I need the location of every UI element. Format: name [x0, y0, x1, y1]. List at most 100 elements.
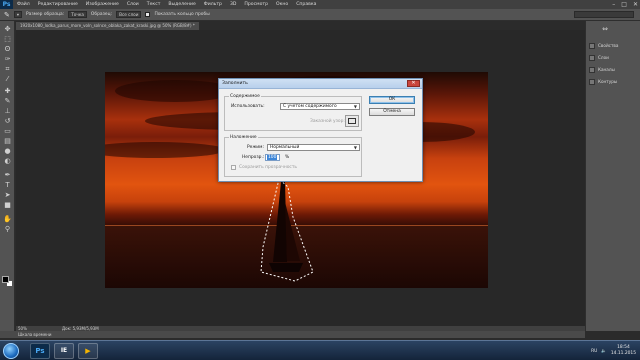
menu-bar: Ps Файл Редактирование Изображение Слои …: [0, 0, 640, 9]
start-button[interactable]: [3, 343, 19, 359]
photoshop-logo: Ps: [0, 0, 13, 9]
tools-panel: ✥ ⬚ ʘ ✑ ⌗ ⁄ ✚ ✎ ⊥ ↺ ▭ ▤ ● ◐ ✒ T ➤ ■ ✋ ⚲: [0, 21, 15, 331]
right-dock: ⇔ Свойства Слои Каналы Контуры: [585, 21, 640, 331]
arrange-icon[interactable]: ⇔: [601, 25, 609, 33]
healing-icon[interactable]: ✚: [3, 87, 12, 96]
opacity-value: 100: [267, 155, 278, 160]
quick-select-icon[interactable]: ✑: [3, 55, 12, 64]
document-tab[interactable]: 1920x1080_lodka_parus_more_voln_solnce_o…: [16, 22, 199, 30]
menu-3d[interactable]: 3D: [226, 0, 240, 9]
stamp-icon[interactable]: ⊥: [3, 107, 12, 116]
use-select[interactable]: С учетом содержимого ▼: [280, 103, 360, 110]
dock-item-label: Каналы: [598, 67, 615, 72]
close-button[interactable]: ✕: [633, 0, 638, 9]
foreground-color-swatch[interactable]: [2, 276, 9, 283]
dock-item-label: Контуры: [598, 79, 618, 84]
menu-image[interactable]: Изображение: [82, 0, 123, 9]
shape-icon[interactable]: ■: [3, 201, 12, 210]
language-indicator[interactable]: RU: [591, 349, 597, 354]
sample-select[interactable]: Все слои: [116, 11, 142, 18]
cancel-button[interactable]: Отмена: [369, 108, 415, 116]
menu-filter[interactable]: Фильтр: [200, 0, 226, 9]
use-label: Использовать:: [231, 104, 265, 109]
chevron-down-icon: ▼: [353, 145, 357, 150]
layers-icon: [589, 54, 595, 61]
move-icon[interactable]: ✥: [3, 25, 12, 34]
opacity-unit: %: [285, 155, 290, 160]
taskbar-photoshop[interactable]: Ps: [30, 343, 50, 359]
size-label: Размер образца:: [25, 12, 65, 17]
timeline-tab[interactable]: Шкала времени: [0, 331, 585, 338]
taskbar-media-player[interactable]: ▶: [78, 343, 98, 359]
preserve-transparency-label: Сохранить прозрачность: [239, 165, 297, 170]
mode-label: Режим:: [247, 145, 264, 150]
dialog-title-bar[interactable]: Заполнить ✕: [219, 79, 422, 89]
menu-layers[interactable]: Слои: [123, 0, 143, 9]
use-select-value: С учетом содержимого: [283, 104, 337, 109]
eraser-icon[interactable]: ▭: [3, 127, 12, 136]
taskbar: Ps IE ▶ RU 🔈 18:54 14.11.2015: [0, 340, 640, 360]
menu-edit[interactable]: Редактирование: [34, 0, 82, 9]
blending-group: Наложение Режим: Нормальный ▼ Непрозр.: …: [224, 135, 362, 177]
volume-icon[interactable]: 🔈: [601, 349, 606, 354]
crop-icon[interactable]: ⌗: [3, 65, 12, 74]
sample-label: Образец:: [90, 12, 113, 17]
system-tray: RU 🔈 18:54 14.11.2015: [591, 343, 636, 359]
dialog-title: Заполнить: [222, 81, 248, 86]
dock-item-paths[interactable]: Контуры: [589, 77, 639, 86]
tool-preset-picker[interactable]: ▾: [13, 11, 22, 18]
healing-brush-icon[interactable]: ✎: [4, 11, 10, 19]
dock-item-layers[interactable]: Слои: [589, 53, 639, 62]
menu-file[interactable]: Файл: [13, 0, 34, 9]
clock-date: 14.11.2015: [610, 351, 636, 356]
blur-icon[interactable]: ●: [3, 147, 12, 156]
options-bar: ✎ ▾ Размер образца: Точка Образец: Все с…: [0, 9, 640, 21]
mode-select[interactable]: Нормальный ▼: [267, 144, 360, 151]
ok-button[interactable]: ОК: [369, 96, 415, 104]
custom-pattern-picker[interactable]: [345, 115, 359, 127]
menu-window[interactable]: Окно: [272, 0, 292, 9]
zoom-icon[interactable]: ⚲: [3, 225, 12, 234]
dialog-close-button[interactable]: ✕: [407, 80, 420, 87]
type-icon[interactable]: T: [3, 181, 12, 190]
contents-group-title: Содержимое: [229, 94, 261, 99]
minimize-button[interactable]: –: [612, 0, 615, 9]
sailboat-selection: [260, 178, 314, 282]
channels-icon: [589, 66, 595, 73]
dodge-icon[interactable]: ◐: [3, 157, 12, 166]
preserve-transparency-checkbox[interactable]: [231, 165, 236, 170]
contents-group: Содержимое Использовать: С учетом содерж…: [224, 94, 362, 131]
marquee-icon[interactable]: ⬚: [3, 35, 12, 44]
dock-item-properties[interactable]: Свойства: [589, 41, 639, 50]
dock-item-label: Свойства: [598, 43, 619, 48]
show-ring-checkbox[interactable]: [145, 12, 151, 17]
paths-icon: [589, 78, 595, 85]
brush-icon[interactable]: ✎: [3, 97, 12, 106]
workspace-select[interactable]: [574, 11, 634, 18]
clock[interactable]: 18:54 14.11.2015: [611, 345, 636, 357]
lasso-icon[interactable]: ʘ: [3, 45, 12, 54]
timeline-tab-label: Шкала времени: [18, 332, 52, 337]
dock-item-channels[interactable]: Каналы: [589, 65, 639, 74]
taskbar-browser[interactable]: IE: [54, 343, 74, 359]
chevron-down-icon: ▼: [353, 104, 357, 109]
menu-type[interactable]: Текст: [143, 0, 165, 9]
eyedropper-icon[interactable]: ⁄: [3, 75, 12, 84]
window-controls: – □ ✕: [612, 0, 638, 9]
size-select[interactable]: Точка: [68, 11, 87, 18]
mode-select-value: Нормальный: [270, 145, 300, 150]
document-title: 1920x1080_lodka_parus_more_voln_solnce_o…: [20, 23, 195, 28]
path-select-icon[interactable]: ➤: [3, 191, 12, 200]
show-ring-label: Показать кольцо пробы: [154, 12, 210, 17]
pen-icon[interactable]: ✒: [3, 171, 12, 180]
menu-help[interactable]: Справка: [292, 0, 320, 9]
maximize-button[interactable]: □: [621, 0, 627, 9]
opacity-input[interactable]: 100: [265, 154, 280, 161]
hand-icon[interactable]: ✋: [3, 215, 12, 224]
properties-icon: [589, 42, 595, 49]
gradient-icon[interactable]: ▤: [3, 137, 12, 146]
menu-select[interactable]: Выделение: [164, 0, 199, 9]
menu-view[interactable]: Просмотр: [240, 0, 272, 9]
history-brush-icon[interactable]: ↺: [3, 117, 12, 126]
opacity-label: Непрозр.:: [242, 155, 265, 160]
